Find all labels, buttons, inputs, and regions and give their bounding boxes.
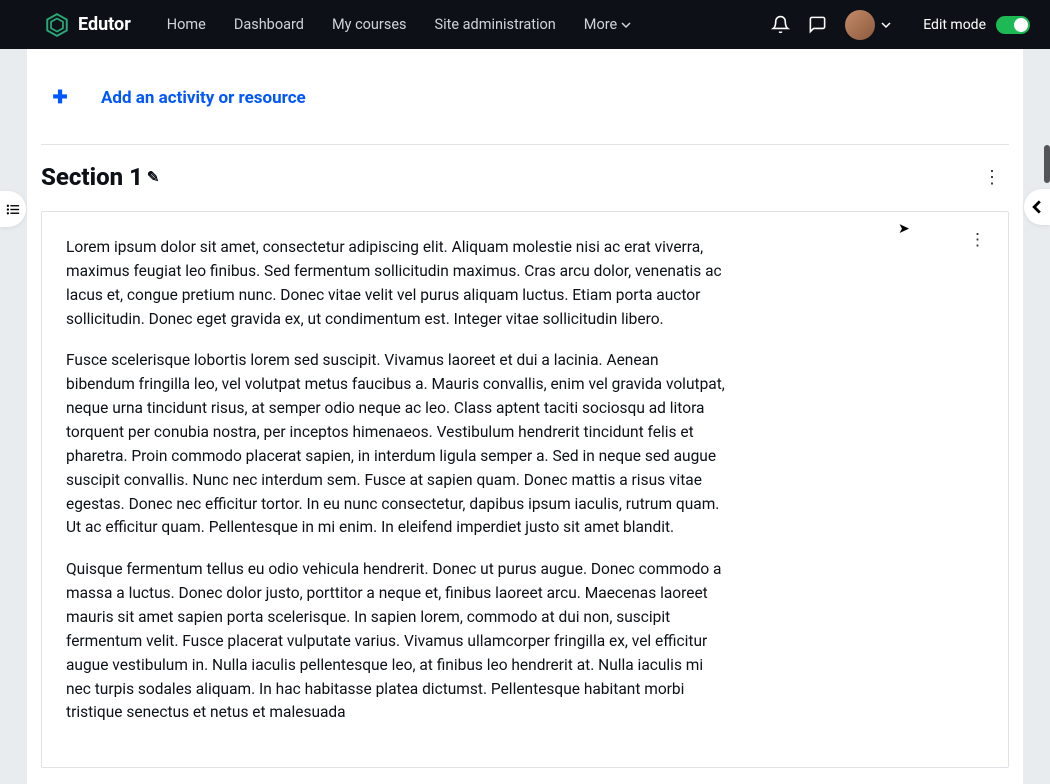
section-title-wrap: Section 1 ✎ (41, 163, 160, 191)
app-header: Edutor Home Dashboard My courses Site ad… (0, 0, 1050, 49)
chevron-left-icon (1030, 200, 1044, 214)
section-body: ⋮ Lorem ipsum dolor sit amet, consectetu… (41, 211, 1009, 768)
chevron-down-icon (621, 20, 631, 30)
open-course-index-tab[interactable] (0, 191, 26, 227)
page-area: ✚ Add an activity or resource Section 1 … (0, 49, 1050, 784)
content-card: ✚ Add an activity or resource Section 1 … (27, 49, 1023, 784)
user-menu[interactable] (845, 10, 891, 40)
edit-mode-label: Edit mode (923, 17, 986, 33)
nav-more-label: More (584, 16, 617, 33)
scrollbar-thumb[interactable] (1044, 145, 1050, 183)
brand-logo-icon (44, 12, 70, 38)
edit-title-icon[interactable]: ✎ (147, 168, 160, 186)
edit-mode-toggle[interactable] (996, 16, 1030, 34)
add-activity-button[interactable]: ✚ Add an activity or resource (41, 49, 1009, 144)
messages-icon[interactable] (808, 15, 827, 34)
section-title: Section 1 (41, 163, 143, 191)
nav-my-courses[interactable]: My courses (332, 16, 407, 33)
avatar (845, 10, 875, 40)
notifications-icon[interactable] (771, 15, 790, 34)
plus-icon: ✚ (51, 87, 69, 108)
section-paragraph: Quisque fermentum tellus eu odio vehicul… (66, 558, 726, 725)
edit-mode-control: Edit mode (923, 16, 1030, 34)
add-activity-label: Add an activity or resource (101, 88, 306, 108)
nav-site-admin[interactable]: Site administration (435, 16, 556, 33)
nav-home[interactable]: Home (167, 16, 206, 33)
section-paragraph: Lorem ipsum dolor sit amet, consectetur … (66, 236, 726, 331)
section-header: Section 1 ✎ ⋮ (41, 145, 1009, 211)
header-right: Edit mode (771, 10, 1030, 40)
open-block-drawer-tab[interactable] (1024, 189, 1050, 225)
main-nav: Home Dashboard My courses Site administr… (167, 16, 631, 33)
brand-name: Edutor (78, 14, 131, 35)
section-menu-button[interactable]: ⋮ (983, 167, 1001, 188)
brand[interactable]: Edutor (44, 12, 131, 38)
nav-dashboard[interactable]: Dashboard (234, 16, 304, 33)
chevron-down-icon (881, 20, 891, 30)
list-icon (6, 202, 21, 217)
section-paragraph: Fusce scelerisque lobortis lorem sed sus… (66, 349, 726, 540)
section-body-menu-button[interactable]: ⋮ (969, 230, 986, 250)
nav-more[interactable]: More (584, 16, 631, 33)
